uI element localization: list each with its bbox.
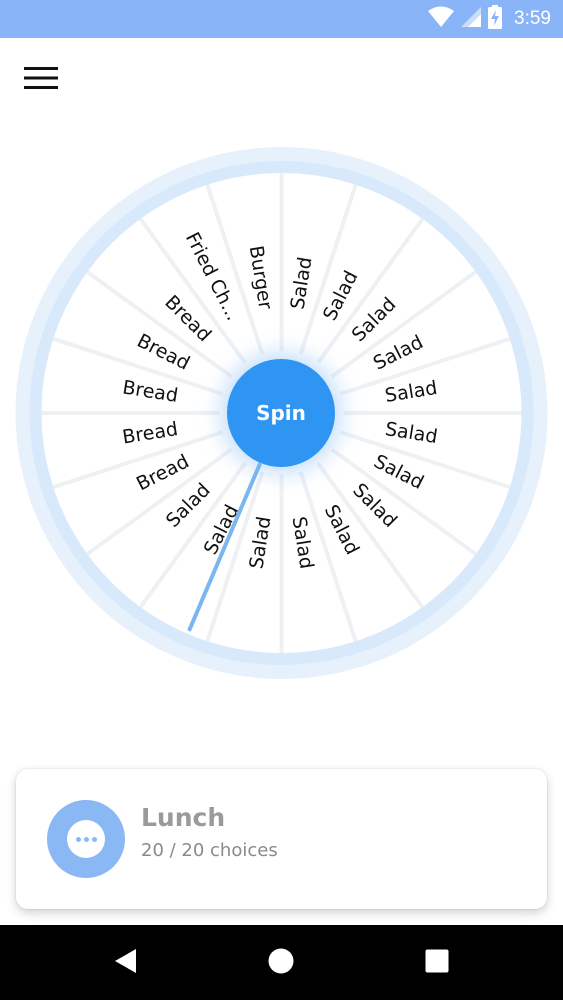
recents-button[interactable] bbox=[421, 947, 453, 979]
card-subtitle: 20 / 20 choices bbox=[141, 840, 278, 861]
status-bar: 3:59 bbox=[0, 0, 563, 38]
back-icon bbox=[113, 948, 137, 978]
menu-button[interactable] bbox=[20, 62, 62, 98]
home-icon bbox=[267, 947, 295, 979]
hamburger-menu-icon bbox=[24, 66, 58, 94]
wifi-icon bbox=[428, 6, 455, 32]
back-button[interactable] bbox=[109, 947, 141, 979]
spin-label: Spin bbox=[256, 401, 306, 425]
card-avatar bbox=[47, 800, 125, 878]
navigation-bar bbox=[0, 925, 563, 1000]
home-button[interactable] bbox=[265, 947, 297, 979]
status-icons: 3:59 bbox=[428, 0, 551, 38]
choice-list-card[interactable]: Lunch 20 / 20 choices bbox=[16, 769, 547, 909]
more-dots-icon bbox=[67, 820, 105, 858]
spin-wheel[interactable]: Salad Salad Salad Salad Salad Salad Salad Salad… bbox=[0, 140, 563, 700]
battery-charging-icon bbox=[488, 5, 503, 33]
spin-button[interactable]: Spin bbox=[227, 359, 335, 467]
recents-icon bbox=[424, 948, 450, 978]
card-title: Lunch bbox=[141, 803, 226, 832]
signal-icon bbox=[460, 6, 482, 32]
status-time: 3:59 bbox=[514, 8, 551, 29]
